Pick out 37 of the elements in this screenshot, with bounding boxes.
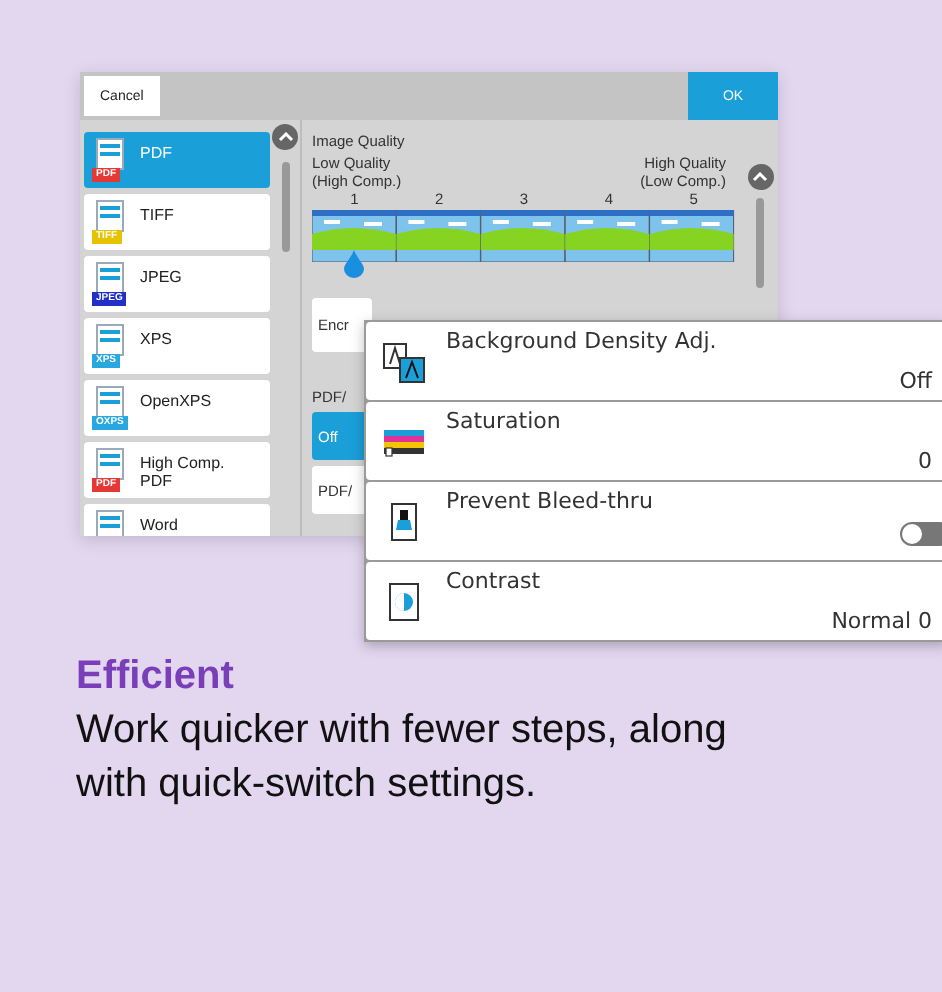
scroll-up-button[interactable]	[272, 124, 298, 150]
document-icon	[96, 386, 124, 418]
format-label: JPEG	[140, 266, 182, 286]
format-label: Word	[140, 514, 178, 534]
format-label: PDF	[140, 142, 172, 162]
document-icon	[96, 510, 124, 536]
format-label: TIFF	[140, 204, 174, 224]
scroll-up-button[interactable]	[747, 164, 773, 190]
setting-row[interactable]: Contrast Normal 0	[366, 562, 942, 640]
setting-row[interactable]: Prevent Bleed-thru	[366, 482, 942, 560]
setting-row[interactable]: Saturation 0	[366, 402, 942, 480]
scrollbar[interactable]	[281, 162, 289, 252]
chevron-up-icon	[277, 132, 293, 142]
document-icon	[96, 200, 124, 232]
setting-label: Contrast	[446, 568, 543, 594]
document-icon	[96, 262, 124, 294]
setting-value: Off	[899, 368, 932, 394]
document-icon	[96, 324, 124, 356]
toggle-switch[interactable]	[900, 522, 942, 546]
setting-label: Saturation	[446, 408, 563, 434]
format-label: OpenXPS	[140, 390, 212, 410]
setting-label: Prevent Bleed-thru	[446, 488, 655, 514]
setting-value: 0	[918, 448, 932, 474]
document-icon	[96, 138, 124, 170]
setting-value: Normal 0	[831, 608, 932, 634]
document-icon	[96, 448, 124, 480]
chevron-up-icon	[752, 172, 768, 182]
scrollbar[interactable]	[756, 198, 764, 288]
setting-icon	[382, 339, 426, 383]
setting-label: Background Density Adj.	[446, 328, 719, 354]
format-label: XPS	[140, 328, 173, 348]
format-label: High Comp. PDF	[140, 452, 225, 490]
slider-thumb[interactable]	[344, 250, 365, 278]
heading: Efficient	[76, 652, 236, 700]
description: Work quicker with fewer steps, along with quick-switch settings.	[76, 706, 729, 810]
setting-row[interactable]: Background Density Adj. Off	[366, 322, 942, 400]
format-item[interactable]: Word	[84, 504, 270, 536]
